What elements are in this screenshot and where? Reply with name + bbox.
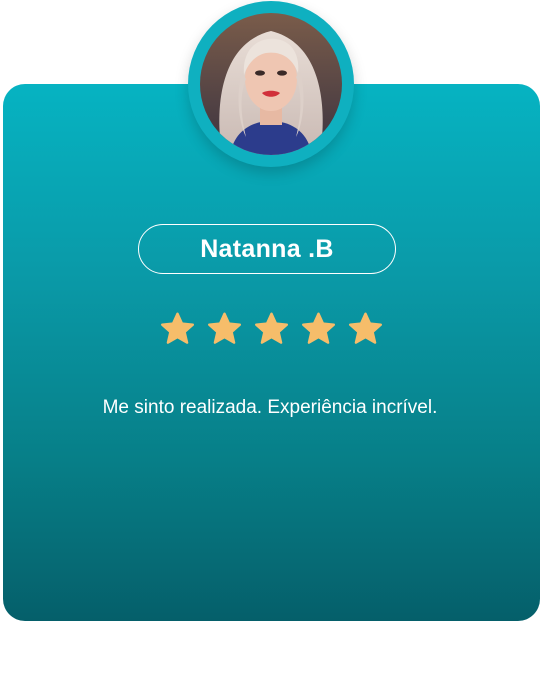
star-icon [208, 312, 241, 344]
star-rating [159, 311, 384, 348]
star-icon [161, 312, 194, 344]
reviewer-name: Natanna .B [138, 224, 396, 274]
star-icon [349, 312, 382, 344]
review-text: Me sinto realizada. Experiência incrível… [102, 397, 438, 418]
profile-photo [200, 13, 342, 155]
star-icon [302, 312, 335, 344]
testimonial-widget: Natanna .B Me sinto realizada. Experiênc… [0, 0, 540, 675]
avatar-frame [188, 1, 354, 167]
avatar [200, 13, 342, 155]
star-icon [255, 312, 288, 344]
